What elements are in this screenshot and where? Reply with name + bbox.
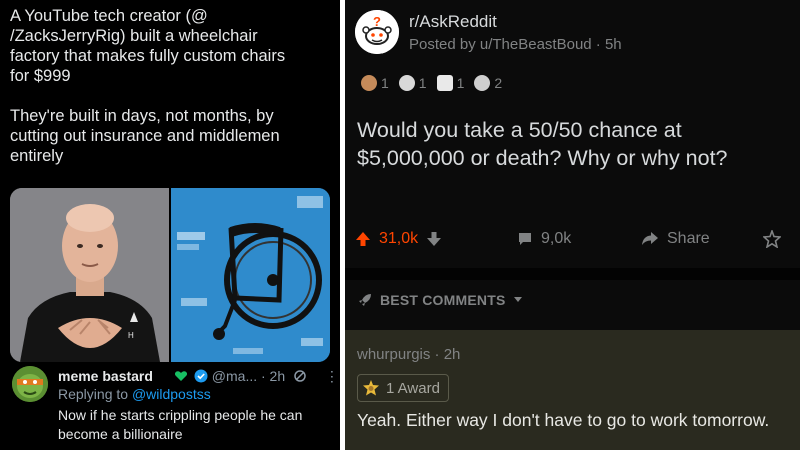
grok-icon[interactable] [293,369,307,383]
share-label: Share [667,230,710,247]
comment[interactable]: whurpurgis · 2h 1 Award Yeah. Either way… [345,330,800,450]
award-star-icon [763,230,781,248]
skull-award-icon [398,75,415,91]
award-count: 1 [418,75,427,91]
subreddit-icon[interactable]: ? [355,10,399,54]
post-actions: 31,0k 9,0k Share [345,222,800,260]
post-title[interactable]: Would you take a 50/50 chance at $5,000,… [357,116,787,172]
reply-tweet[interactable]: meme bastard @ma... · 2h ⋮ Replying to @… [10,364,340,450]
replying-to-handle[interactable]: @wildpostss [132,386,211,402]
gold-award-icon [363,380,379,396]
turtle-avatar-icon [12,366,48,402]
give-award-button[interactable] [763,230,781,248]
f-award-icon [436,75,453,91]
comment-award-badge[interactable]: 1 Award [357,374,449,402]
reply-author-name[interactable]: meme bastard [58,368,153,384]
reply-handle-time: @ma... · 2h ⋮ [174,368,339,385]
creator-portrait-image: H [10,188,169,362]
s-award-icon [474,75,491,91]
verified-badge-icon [194,369,208,383]
rocket-icon [359,294,371,306]
reply-text: Now if he starts crippling people he can… [58,407,303,442]
tweet-media[interactable]: H [10,188,330,362]
award-count: 1 [381,75,389,91]
award-icon [361,75,377,91]
comment-bubble-icon [519,233,531,245]
upvote-count: 31,0k [379,230,419,247]
reply-handle-time-text: @ma... · 2h [211,368,286,384]
tweet-text: A YouTube tech creator (@ /ZacksJerryRig… [10,7,286,165]
award-count: 2 [494,75,503,91]
creator-photo[interactable]: H [10,188,169,362]
comment-text: Yeah. Either way I don't have to go to w… [357,410,770,430]
reddit-panel: ? r/AskReddit Posted by u/TheBeastBoud ·… [345,0,800,450]
comments-button[interactable]: 9,0k [517,230,571,248]
sort-label: BEST COMMENTS [380,292,506,308]
comment-count: 9,0k [541,230,572,247]
upvote-arrow-icon[interactable] [355,231,371,247]
post-awards[interactable]: 1 1 1 2 [361,72,502,94]
downvote-arrow-icon[interactable] [426,231,442,247]
svg-text:H: H [128,331,134,340]
replying-to-prefix: Replying to [58,386,132,402]
section-separator [345,268,800,280]
share-button[interactable]: Share [641,230,710,248]
subreddit-name[interactable]: r/AskReddit [409,12,497,32]
askreddit-logo-icon: ? [355,10,399,54]
avatar[interactable] [12,366,48,402]
comment-award-text: 1 Award [386,379,440,397]
comment-author[interactable]: whurpurgis · 2h [357,346,460,363]
tweet-panel: A YouTube tech creator (@ /ZacksJerryRig… [0,0,340,450]
share-arrow-icon [642,232,658,245]
svg-text:?: ? [373,14,381,29]
wheelchair-diagram[interactable] [171,188,330,362]
chevron-down-icon [513,297,522,302]
green-heart-icon [174,371,188,381]
wheelchair-image [171,188,330,362]
posted-by: Posted by u/TheBeastBoud · 5h [409,36,622,53]
comment-sort[interactable]: BEST COMMENTS [357,292,523,308]
replying-to: Replying to @wildpostss [58,386,211,402]
more-options-icon[interactable]: ⋮ [325,368,339,384]
award-count: 1 [456,75,465,91]
vote-controls: 31,0k [355,230,442,248]
